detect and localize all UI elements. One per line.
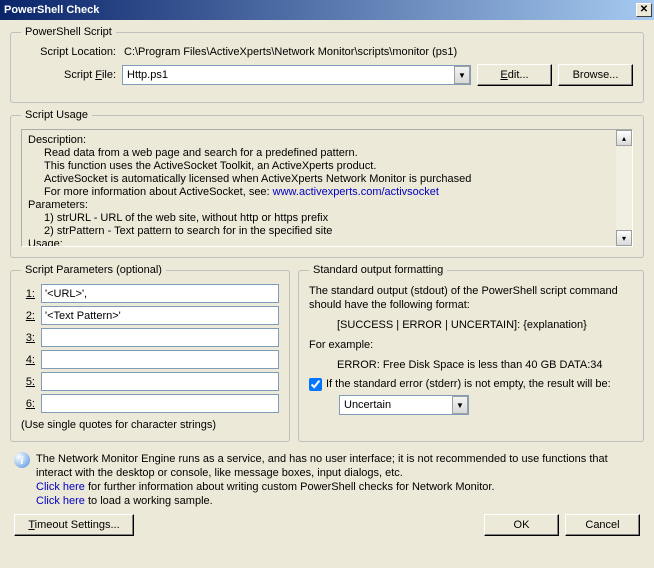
stderr-checkbox[interactable] — [309, 378, 322, 391]
info-text: The Network Monitor Engine runs as a ser… — [36, 452, 640, 480]
browse-button[interactable]: Browse... — [558, 64, 633, 86]
params-label: Parameters: — [28, 199, 626, 212]
stdout-legend: Standard output formatting — [309, 264, 447, 276]
param1: 1) strURL - URL of the web site, without… — [44, 212, 626, 225]
param2: 2) strPattern - Text pattern to search f… — [44, 225, 626, 238]
ok-button[interactable]: OK — [484, 514, 559, 536]
usage-legend: Script Usage — [21, 109, 92, 121]
info-link-1[interactable]: Click here — [36, 481, 85, 493]
stdout-l4: ERROR: Free Disk Space is less than 40 G… — [309, 358, 633, 372]
script-usage-group: Script Usage Description: Read data from… — [10, 109, 644, 258]
stderr-label: If the standard error (stderr) is not em… — [326, 378, 611, 390]
close-button[interactable]: ✕ — [636, 3, 652, 17]
desc-line1: Read data from a web page and search for… — [44, 147, 626, 160]
info-link-1-text: for further information about writing cu… — [85, 481, 495, 493]
edit-button[interactable]: Edit... — [477, 64, 552, 86]
stdout-l2: [SUCCESS | ERROR | UNCERTAIN]: {explanat… — [309, 318, 633, 332]
stdout-l3: For example: — [309, 338, 633, 352]
params-hint: (Use single quotes for character strings… — [21, 419, 279, 431]
desc-line3: ActiveSocket is automatically licensed w… — [44, 173, 626, 186]
param-label-3: 3: — [21, 332, 35, 344]
script-file-combo[interactable]: Http.ps1 ▼ — [122, 65, 471, 85]
desc-line4: For more information about ActiveSocket,… — [44, 186, 626, 199]
stderr-result-combo[interactable]: Uncertain ▼ — [339, 395, 469, 415]
scroll-up-icon[interactable]: ▴ — [616, 130, 632, 146]
scroll-down-icon[interactable]: ▾ — [616, 230, 632, 246]
param-input-2[interactable] — [41, 306, 279, 325]
param-label-1: 1: — [21, 288, 35, 300]
param-label-6: 6: — [21, 398, 35, 410]
stdout-l1: The standard output (stdout) of the Powe… — [309, 284, 633, 312]
script-file-value: Http.ps1 — [123, 69, 454, 81]
timeout-settings-button[interactable]: Timeout Settings... — [14, 514, 134, 536]
param-input-1[interactable] — [41, 284, 279, 303]
chevron-down-icon[interactable]: ▼ — [454, 66, 470, 84]
script-legend: PowerShell Script — [21, 26, 116, 38]
param-input-6[interactable] — [41, 394, 279, 413]
param-label-2: 2: — [21, 310, 35, 322]
stdout-formatting-group: Standard output formatting The standard … — [298, 264, 644, 442]
param-input-5[interactable] — [41, 372, 279, 391]
info-icon: i — [14, 452, 30, 468]
usage-label: Usage: — [28, 238, 626, 247]
info-link-2-text: to load a working sample. — [85, 495, 213, 507]
script-location-value: C:\Program Files\ActiveXperts\Network Mo… — [122, 46, 633, 58]
info-link-2[interactable]: Click here — [36, 495, 85, 507]
param-label-4: 4: — [21, 354, 35, 366]
script-parameters-group: Script Parameters (optional) 1: 2: 3: 4:… — [10, 264, 290, 442]
param-input-3[interactable] — [41, 328, 279, 347]
script-location-label: Script Location: — [21, 46, 116, 58]
desc-line2: This function uses the ActiveSocket Tool… — [44, 160, 626, 173]
script-file-label: Script File: — [21, 69, 116, 81]
param-label-5: 5: — [21, 376, 35, 388]
desc-label: Description: — [28, 134, 626, 147]
param-input-4[interactable] — [41, 350, 279, 369]
usage-text-area: Description: Read data from a web page a… — [21, 129, 633, 247]
stderr-result-value: Uncertain — [340, 399, 452, 411]
cancel-button[interactable]: Cancel — [565, 514, 640, 536]
activesocket-link[interactable]: www.activexperts.com/activsocket — [273, 186, 439, 198]
window-title: PowerShell Check — [4, 4, 99, 16]
chevron-down-icon[interactable]: ▼ — [452, 396, 468, 414]
powershell-script-group: PowerShell Script Script Location: C:\Pr… — [10, 26, 644, 103]
params-legend: Script Parameters (optional) — [21, 264, 166, 276]
